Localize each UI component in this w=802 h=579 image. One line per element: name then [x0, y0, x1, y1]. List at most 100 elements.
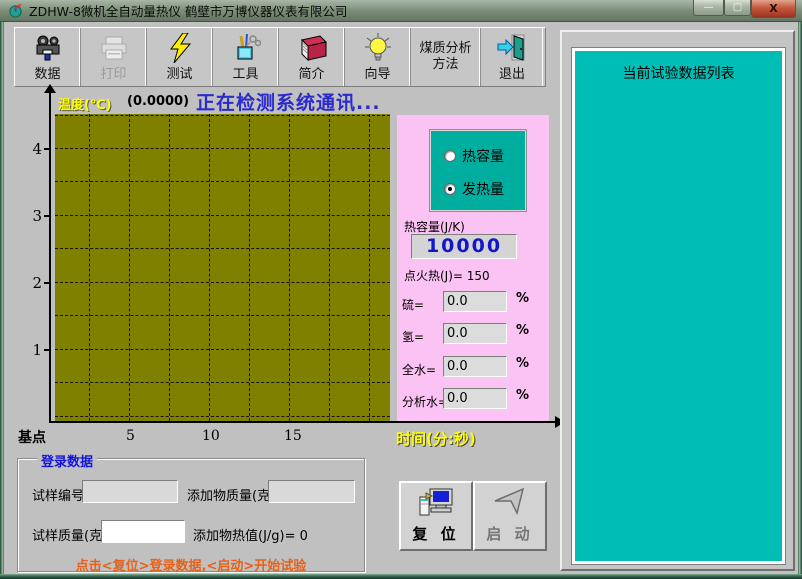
close-button[interactable]: X [751, 0, 796, 18]
action-buttons: 复 位 启 动 [399, 481, 547, 551]
y-tick-mark [44, 148, 49, 150]
y-tick-label: 2 [26, 274, 42, 292]
toolbar-button-data[interactable]: 数据 [15, 28, 81, 86]
additive-mass-input[interactable] [268, 480, 355, 503]
bulb-icon [364, 28, 392, 67]
grid-line [209, 114, 210, 421]
toolbar-button-test[interactable]: 测试 [147, 28, 213, 86]
start-arrow-icon [493, 483, 527, 523]
total-water-input[interactable]: 0.0 [443, 356, 507, 377]
toolbar-label: 向导 [364, 67, 390, 82]
grid-line [55, 315, 390, 316]
window-border-left [0, 22, 4, 579]
mode-selector-box: 热容量 发热量 [430, 130, 526, 211]
grid-line [369, 114, 370, 421]
mode-option-calorific-value[interactable]: 发热量 [444, 179, 504, 199]
printer-icon [99, 28, 129, 67]
y-tick-mark [44, 282, 49, 284]
mode-option-heat-capacity[interactable]: 热容量 [444, 146, 504, 166]
sulfur-unit: % [516, 291, 529, 306]
computer-icon [418, 483, 454, 523]
grid-line [55, 181, 390, 182]
exit-door-icon [496, 28, 528, 67]
grid-line [55, 115, 390, 116]
additive-heat-label: 添加物热值(J/g)= 0 [193, 525, 308, 544]
grid-line [55, 382, 390, 383]
y-tick-label: 4 [26, 140, 42, 158]
grid-line [329, 114, 330, 421]
app-icon [8, 3, 23, 18]
current-temperature-value: (0.0000) [127, 94, 189, 109]
x-origin-label: 基点 [18, 427, 46, 447]
additive-mass-label: 添加物质量(克) [187, 485, 275, 504]
toolbar-button-print[interactable]: 打印 [81, 28, 147, 86]
ignition-heat-label: 点火热(J)= 150 [404, 267, 490, 284]
toolbar-label: 退出 [499, 67, 525, 82]
grid-line [55, 148, 390, 149]
y-tick-mark [44, 349, 49, 351]
analysis-water-input[interactable]: 0.0 [443, 388, 507, 409]
window-border-right [798, 22, 802, 579]
grid-line [55, 248, 390, 249]
grid-line [55, 215, 390, 216]
radio-icon[interactable] [444, 150, 456, 162]
start-button[interactable]: 启 动 [473, 481, 547, 551]
heat-capacity-value[interactable]: 10000 [411, 234, 517, 259]
sulfur-label: 硫= [402, 296, 424, 313]
test-data-list-title: 当前试验数据列表 [575, 63, 782, 83]
minimize-button[interactable]: — [693, 0, 724, 16]
toolbar-label: 数据 [34, 67, 60, 82]
tools-icon [231, 28, 261, 67]
titlebar: ZDHW-8微机全自动量热仪 鹤壁市万博仪器仪表有限公司 — ▢ X [0, 0, 802, 22]
grid-line [129, 114, 130, 421]
start-button-label: 启 动 [486, 523, 533, 544]
total-water-label: 全水= [402, 361, 436, 378]
sulfur-input[interactable]: 0.0 [443, 291, 507, 312]
window-title: ZDHW-8微机全自动量热仪 鹤壁市万博仪器仪表有限公司 [29, 1, 347, 20]
maximize-button[interactable]: ▢ [724, 0, 751, 16]
grid-line [169, 114, 170, 421]
x-tick-label: 10 [202, 428, 220, 444]
y-tick-label: 3 [26, 207, 42, 225]
test-data-list[interactable]: 当前试验数据列表 [572, 48, 785, 564]
toolbar-label: 测试 [166, 67, 192, 82]
toolbar-button-exit[interactable]: 退出 [481, 28, 543, 86]
toolbar: 数据 打印 测试 [14, 27, 546, 87]
toolbar-button-coal-analysis[interactable]: 煤质分析 方法 [411, 28, 481, 86]
toolbar-label: 方法 [432, 57, 458, 73]
login-data-group: 登录数据 试样编号 添加物质量(克) 试样质量(克) 添加物热值(J/g)= 0… [17, 458, 365, 572]
hydrogen-unit: % [516, 323, 529, 338]
lightning-icon [167, 28, 193, 67]
grid-line [249, 114, 250, 421]
radio-label: 发热量 [462, 179, 504, 199]
toolbar-label: 煤质分析 [419, 41, 471, 57]
y-tick-label: 1 [26, 341, 42, 359]
sample-no-label: 试样编号 [32, 485, 84, 504]
analysis-water-unit: % [516, 388, 529, 403]
test-data-panel: 当前试验数据列表 [560, 30, 795, 571]
x-axis [49, 421, 557, 423]
toolbar-button-tools[interactable]: 工具 [213, 28, 279, 86]
x-axis-title: 时间(分:秒) [396, 428, 476, 449]
login-data-title: 登录数据 [37, 451, 97, 470]
radio-label: 热容量 [462, 146, 504, 166]
y-axis [49, 92, 51, 422]
toolbar-button-wizard[interactable]: 向导 [345, 28, 411, 86]
toolbar-label: 工具 [232, 67, 258, 82]
hydrogen-input[interactable]: 0.0 [443, 323, 507, 344]
total-water-unit: % [516, 356, 529, 371]
sample-no-input[interactable] [82, 480, 178, 503]
radio-icon-checked[interactable] [444, 183, 456, 195]
toolbar-label: 打印 [100, 67, 126, 82]
sample-mass-input[interactable] [101, 520, 185, 543]
toolbar-button-intro[interactable]: 简介 [279, 28, 345, 86]
reset-button[interactable]: 复 位 [399, 481, 473, 551]
sample-mass-label: 试样质量(克) [32, 525, 107, 544]
reset-button-label: 复 位 [412, 523, 459, 544]
toolbar-label: 简介 [298, 67, 324, 82]
notebook-icon [296, 28, 328, 67]
window-border-bottom [0, 574, 802, 579]
chart-plot-area [55, 114, 390, 421]
parameter-panel: 热容量 发热量 热容量(J/K) 10000 点火热(J)= 150 硫= 0.… [397, 115, 549, 421]
analysis-water-label: 分析水= [402, 393, 448, 410]
